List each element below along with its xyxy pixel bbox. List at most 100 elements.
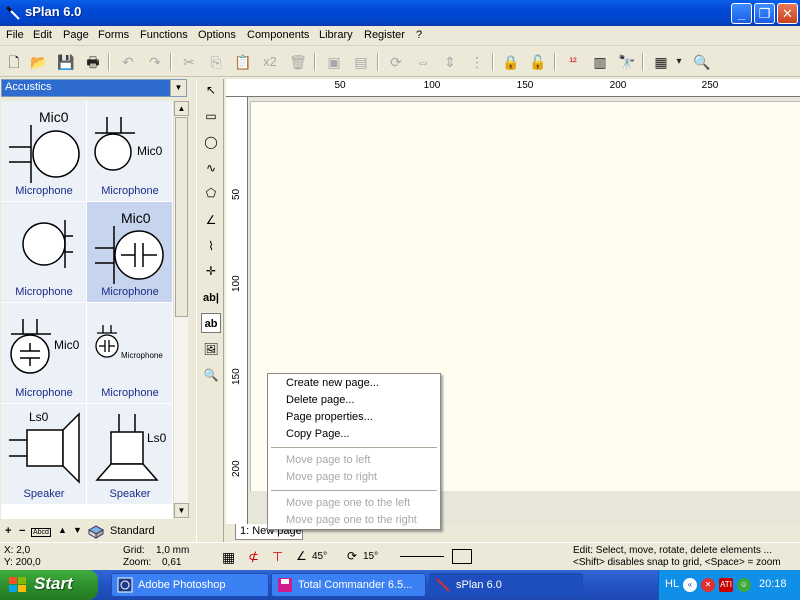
bezier-tool-icon[interactable]: ⌇ — [201, 236, 221, 256]
library-item-microphone[interactable]: Mic0 Microphone — [1, 101, 87, 202]
redo-icon[interactable]: ↷ — [145, 52, 165, 72]
menu-item-copy-page[interactable]: Copy Page... — [286, 428, 350, 440]
duplicate-x2-button[interactable]: x2 — [260, 52, 280, 72]
copy-icon[interactable]: ⎘ — [206, 52, 226, 72]
print-icon[interactable]: 🖶 — [83, 52, 103, 72]
scrollbar-thumb[interactable] — [175, 117, 188, 317]
grid-dropdown-icon[interactable]: ▾ — [673, 52, 685, 72]
minimize-button[interactable]: _ — [731, 3, 752, 24]
menu-item-move-left[interactable]: Move page to left — [286, 454, 370, 466]
library-category-value: Accustics — [5, 81, 52, 93]
rotate-step-value[interactable]: 15° — [363, 551, 378, 562]
rotate-icon[interactable]: ⟳ — [386, 52, 406, 72]
unlock-icon[interactable]: 🔓 — [528, 52, 548, 72]
menu-item-delete-page[interactable]: Delete page... — [286, 394, 355, 406]
menu-item-create-page[interactable]: Create new page... — [286, 377, 379, 389]
snap-magnet-icon[interactable]: ⊄ — [248, 549, 259, 565]
menu-page[interactable]: Page — [63, 29, 89, 41]
menu-forms[interactable]: Forms — [98, 29, 129, 41]
restore-button[interactable]: ❐ — [754, 3, 775, 24]
rectangle-tool-icon[interactable]: ▭ — [201, 106, 221, 126]
line-tool-icon[interactable]: ∠ — [201, 210, 221, 230]
zoom-label: Zoom: — [123, 557, 152, 568]
start-button[interactable]: Start — [0, 570, 98, 600]
menu-help[interactable]: ? — [416, 29, 422, 41]
angle-snap-icon[interactable]: ∠ — [296, 549, 307, 563]
menu-item-move-one-right[interactable]: Move page one to the right — [286, 514, 417, 526]
ungroup-icon[interactable]: ▤ — [351, 52, 371, 72]
add-library-button[interactable]: + — [5, 525, 11, 537]
paste-icon[interactable]: 📋 — [233, 52, 253, 72]
menu-register[interactable]: Register — [364, 29, 405, 41]
fill-style-indicator[interactable] — [452, 549, 472, 564]
move-up-button[interactable]: ▲ — [58, 525, 67, 535]
junction-tool-icon[interactable]: ✛ — [201, 261, 221, 281]
title-bar[interactable]: sPlan 6.0 _ ❐ ✕ — [0, 0, 800, 26]
library-item-speaker[interactable]: Ls0 Speaker — [1, 404, 87, 505]
menu-item-move-right[interactable]: Move page to right — [286, 471, 377, 483]
line-width-indicator[interactable] — [400, 556, 444, 557]
find-binoculars-icon[interactable]: 🔭 — [617, 52, 637, 72]
new-file-icon[interactable]: 🗋 — [4, 52, 24, 72]
pin-icon[interactable]: ⊤ — [272, 549, 283, 565]
language-indicator[interactable]: HL — [665, 578, 679, 590]
ellipse-tool-icon[interactable]: ◯ — [201, 132, 221, 152]
library-item-label: Speaker — [109, 488, 151, 500]
align-icon[interactable]: ⋮ — [467, 52, 487, 72]
library-book-label[interactable]: Standard — [110, 525, 155, 537]
parts-list-icon[interactable]: ▥ — [590, 52, 610, 72]
zoom-tool-icon[interactable]: 🔍 — [201, 365, 221, 385]
library-item-microphone-selected[interactable]: Mic0 Microphone — [87, 202, 173, 303]
polygon-tool-icon[interactable]: ⬠ — [201, 183, 221, 203]
mirror-horizontal-icon[interactable]: ⇔ — [413, 52, 433, 72]
menu-library[interactable]: Library — [319, 29, 353, 41]
library-item-microphone[interactable]: Microphone Microphone — [87, 303, 173, 404]
taskbar-item-total-commander[interactable]: Total Commander 6.5... — [271, 573, 426, 597]
select-arrow-icon[interactable]: ↖ — [201, 80, 221, 100]
menu-file[interactable]: File — [6, 29, 24, 41]
ati-icon[interactable]: ATI — [719, 578, 733, 592]
messenger-icon[interactable]: ☺ — [737, 578, 751, 592]
library-item-microphone[interactable]: Microphone — [1, 202, 87, 303]
delete-icon[interactable]: 🗑 — [288, 52, 308, 72]
grid-icon[interactable]: ▦ — [651, 52, 671, 72]
cut-icon[interactable]: ✂ — [179, 52, 199, 72]
mirror-vertical-icon[interactable]: ⇕ — [440, 52, 460, 72]
open-folder-icon[interactable]: 📂 — [29, 52, 49, 72]
library-scrollbar[interactable]: ▲ ▼ — [173, 101, 189, 519]
menu-edit[interactable]: Edit — [33, 29, 52, 41]
library-category-select[interactable]: Accustics ▼ — [1, 79, 187, 97]
remove-library-button[interactable]: − — [19, 525, 25, 537]
scroll-down-icon[interactable]: ▼ — [174, 503, 189, 518]
menu-item-move-one-left[interactable]: Move page one to the left — [286, 497, 410, 509]
freehand-tool-icon[interactable]: ∿ — [201, 158, 221, 178]
library-item-microphone[interactable]: Mic0 Microphone — [87, 101, 173, 202]
save-icon[interactable]: 💾 — [56, 52, 76, 72]
close-button[interactable]: ✕ — [777, 3, 798, 24]
scroll-up-icon[interactable]: ▲ — [174, 101, 189, 116]
menu-options[interactable]: Options — [198, 29, 236, 41]
grid-toggle-icon[interactable]: ▦ — [222, 549, 235, 566]
antivirus-icon[interactable]: ✕ — [701, 578, 715, 592]
textbox-tool-icon[interactable]: ab — [201, 313, 221, 333]
library-item-speaker[interactable]: Ls0 Speaker — [87, 404, 173, 505]
menu-functions[interactable]: Functions — [140, 29, 188, 41]
zoom-fit-icon[interactable]: 🔍 — [692, 52, 712, 72]
angle-snap-value[interactable]: 45° — [312, 551, 327, 562]
undo-icon[interactable]: ↶ — [118, 52, 138, 72]
rotate-step-icon[interactable]: ⟳ — [347, 549, 357, 563]
taskbar-item-splan[interactable]: sPlan 6.0 — [429, 573, 583, 597]
library-item-microphone[interactable]: Mic0 Microphone — [1, 303, 87, 404]
group-icon[interactable]: ▣ — [324, 52, 344, 72]
move-down-button[interactable]: ▼ — [73, 525, 82, 535]
menu-components[interactable]: Components — [247, 29, 309, 41]
text-tool-icon[interactable]: ab| — [201, 288, 221, 308]
menu-item-page-properties[interactable]: Page properties... — [286, 411, 373, 423]
tray-expand-icon[interactable]: « — [683, 578, 697, 592]
numbering-icon[interactable]: ¹² — [563, 52, 583, 72]
lock-icon[interactable]: 🔒 — [501, 52, 521, 72]
image-tool-icon[interactable]: 🖼 — [201, 339, 221, 359]
rename-library-button[interactable]: Abcd — [31, 528, 51, 537]
chevron-down-icon[interactable]: ▼ — [170, 80, 186, 96]
taskbar-item-photoshop[interactable]: Adobe Photoshop — [111, 573, 269, 597]
